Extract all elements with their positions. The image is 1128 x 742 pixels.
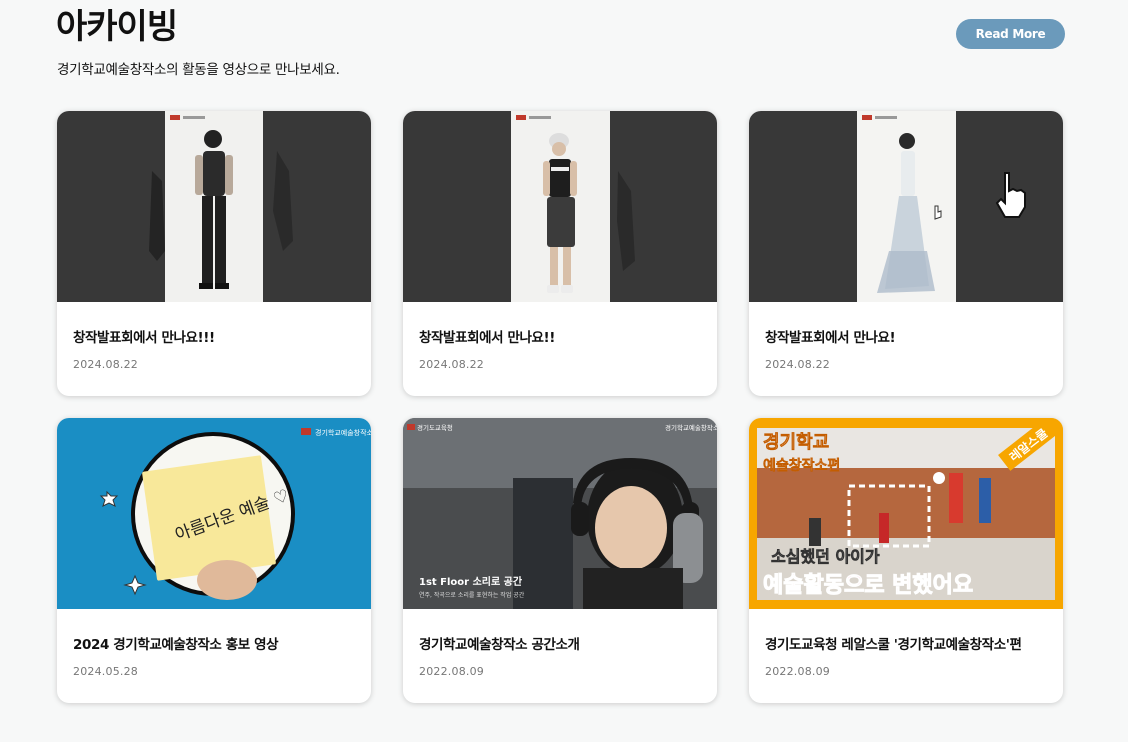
video-card[interactable]: 창작발표회에서 만나요! 2024.08.22 xyxy=(749,111,1063,396)
read-more-button[interactable]: Read More xyxy=(956,19,1065,49)
card-date: 2024.08.22 xyxy=(419,358,484,371)
video-thumbnail[interactable]: 경기학교 예술창작소편 레알스쿨 소심했던 아이가 예술활동으로 변했어요 xyxy=(749,418,1063,609)
school-gym-icon: 경기학교 예술창작소편 레알스쿨 소심했던 아이가 예술활동으로 변했어요 xyxy=(749,418,1063,609)
video-thumbnail[interactable] xyxy=(57,111,371,302)
page-description: 경기학교예술창작소의 활동을 영상으로 만나보세요. xyxy=(57,62,340,78)
thumb-caption: 1st Floor 소리로 공간 xyxy=(419,575,523,588)
card-title: 창작발표회에서 만나요! xyxy=(765,330,896,346)
sticky-note-icon: 경기학교예술창작소 아름다운 예술 ♡ xyxy=(57,418,371,609)
thumb-logo: 경기학교예술창작소 xyxy=(315,428,371,437)
video-thumbnail[interactable] xyxy=(403,111,717,302)
fashion-model-photo-icon xyxy=(57,111,371,302)
thumb-line-1: 소심했던 아이가 xyxy=(771,547,880,566)
video-card[interactable]: 경기학교예술창작소 아름다운 예술 ♡ 2024 경기학교예술창작소 홍보 영상… xyxy=(57,418,371,703)
card-title: 창작발표회에서 만나요!!! xyxy=(73,330,215,346)
thumb-logo-right: 경기학교예술창작소 xyxy=(665,423,717,432)
thumb-headline-2: 예술창작소편 xyxy=(763,457,840,474)
card-date: 2024.08.22 xyxy=(73,358,138,371)
archive-section: 아카이빙 경기학교예술창작소의 활동을 영상으로 만나보세요. Read Mor… xyxy=(0,0,1128,742)
card-title: 창작발표회에서 만나요!! xyxy=(419,330,556,346)
thumb-logo-left: 경기도교육청 xyxy=(417,423,453,432)
thumb-headline-1: 경기학교 xyxy=(763,431,829,453)
video-card[interactable]: 창작발표회에서 만나요!! 2024.08.22 xyxy=(403,111,717,396)
video-card[interactable]: 경기학교 예술창작소편 레알스쿨 소심했던 아이가 예술활동으로 변했어요 경기… xyxy=(749,418,1063,703)
gown-model-photo-icon xyxy=(749,111,1063,302)
video-card[interactable]: 경기도교육청 경기학교예술창작소 1st Floor 소리로 공간 연주, 작곡… xyxy=(403,418,717,703)
card-title: 경기학교예술창작소 공간소개 xyxy=(419,637,580,653)
thumb-subcaption: 연주, 작곡으로 소리를 표현하는 작업 공간 xyxy=(419,591,525,599)
video-thumbnail[interactable] xyxy=(749,111,1063,302)
card-title: 경기도교육청 레알스쿨 '경기학교예술창작소'편 xyxy=(765,637,1022,653)
card-date: 2022.08.09 xyxy=(419,665,484,678)
video-thumbnail[interactable]: 경기학교예술창작소 아름다운 예술 ♡ xyxy=(57,418,371,609)
page-title: 아카이빙 xyxy=(56,7,178,47)
recording-studio-icon: 경기도교육청 경기학교예술창작소 1st Floor 소리로 공간 연주, 작곡… xyxy=(403,418,717,609)
thumb-line-2: 예술활동으로 변했어요 xyxy=(763,573,973,598)
video-card-grid: 창작발표회에서 만나요!!! 2024.08.22 창작발표회에서 만나요!! … xyxy=(57,111,1063,703)
fashion-model-photo-icon xyxy=(403,111,717,302)
card-title: 2024 경기학교예술창작소 홍보 영상 xyxy=(73,637,279,653)
card-date: 2024.05.28 xyxy=(73,665,138,678)
video-thumbnail[interactable]: 경기도교육청 경기학교예술창작소 1st Floor 소리로 공간 연주, 작곡… xyxy=(403,418,717,609)
card-date: 2024.08.22 xyxy=(765,358,830,371)
video-card[interactable]: 창작발표회에서 만나요!!! 2024.08.22 xyxy=(57,111,371,396)
card-date: 2022.08.09 xyxy=(765,665,830,678)
